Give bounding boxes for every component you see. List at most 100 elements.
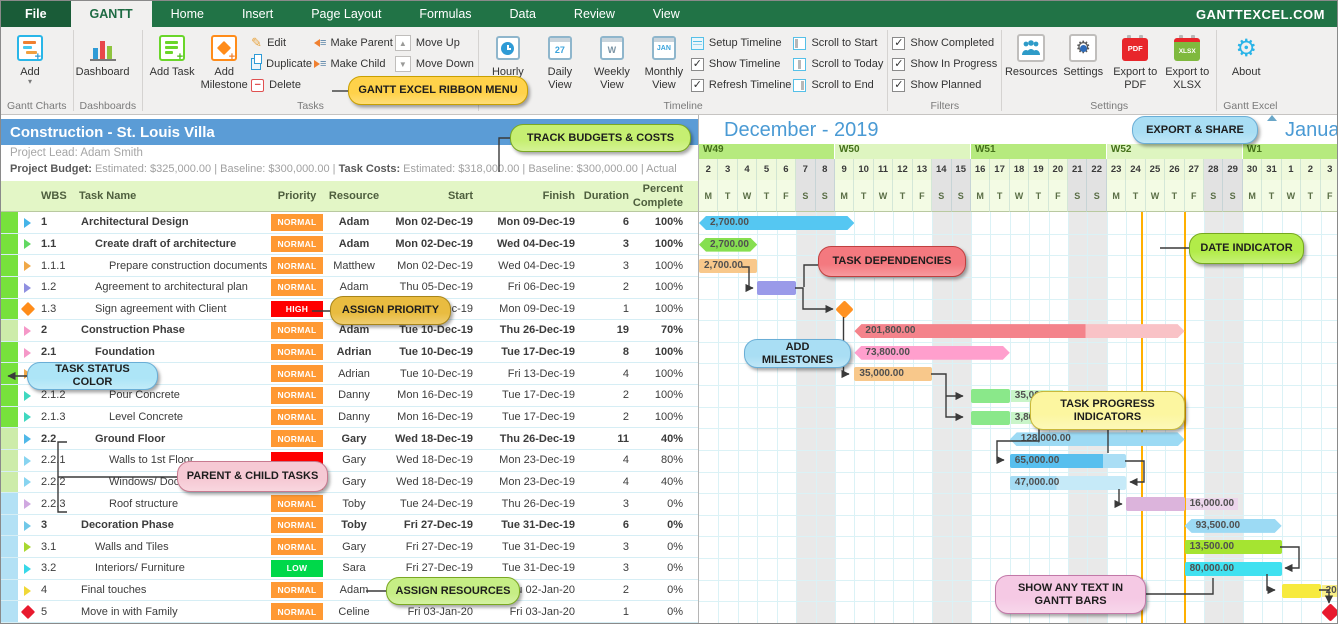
wbs-cell[interactable]: 2.2.3 — [41, 493, 79, 514]
percent-complete-cell[interactable]: 100% — [641, 342, 693, 363]
task-expand-chevron-icon[interactable] — [24, 261, 31, 271]
finish-cell[interactable]: Wed 04-Dec-19 — [485, 234, 585, 255]
percent-complete-cell[interactable]: 100% — [641, 234, 693, 255]
add-task-button[interactable]: +Add Task — [147, 29, 197, 79]
delete-button[interactable]: −Delete — [251, 77, 312, 93]
settings-button[interactable]: ⚙Settings — [1058, 29, 1108, 79]
task-name-cell[interactable]: Final touches — [79, 580, 269, 601]
task-expand-chevron-icon[interactable] — [24, 477, 31, 487]
duration-cell[interactable]: 3 — [587, 255, 639, 276]
finish-cell[interactable]: Tue 31-Dec-19 — [485, 515, 585, 536]
finish-cell[interactable]: Fri 06-Dec-19 — [485, 277, 585, 298]
resources-button[interactable]: Resources — [1006, 29, 1056, 79]
show-in-progress-button[interactable]: ✓Show In Progress — [892, 56, 997, 72]
start-cell[interactable]: Tue 24-Dec-19 — [385, 493, 483, 514]
task-expand-chevron-icon[interactable] — [24, 283, 31, 293]
priority-badge[interactable]: NORMAL — [271, 257, 323, 274]
finish-cell[interactable]: Wed 04-Dec-19 — [485, 255, 585, 276]
task-expand-chevron-icon[interactable] — [24, 564, 31, 574]
priority-badge[interactable]: NORMAL — [271, 409, 323, 426]
table-row-2-1[interactable]: 2.1FoundationNORMALAdrianTue 10-Dec-19Tu… — [1, 342, 698, 364]
wbs-cell[interactable]: 1.1 — [41, 234, 79, 255]
duration-cell[interactable]: 4 — [587, 363, 639, 384]
task-name-cell[interactable]: Move in with Family — [79, 601, 269, 622]
duration-cell[interactable]: 19 — [587, 320, 639, 341]
start-cell[interactable]: Wed 18-Dec-19 — [385, 428, 483, 449]
resource-cell[interactable]: Adam — [325, 212, 383, 233]
percent-complete-cell[interactable]: 0% — [641, 601, 693, 622]
wbs-cell[interactable]: 4 — [41, 580, 79, 601]
resource-cell[interactable]: Adam — [325, 580, 383, 601]
duration-cell[interactable]: 3 — [587, 493, 639, 514]
daily-view-button[interactable]: 27Daily View — [535, 29, 585, 91]
resource-cell[interactable]: Adrian — [325, 363, 383, 384]
resource-cell[interactable]: Gary — [325, 450, 383, 471]
add-button[interactable]: +Add▾ — [5, 29, 55, 85]
checkbox-checked-icon[interactable]: ✓ — [691, 58, 704, 71]
resource-cell[interactable]: Gary — [325, 472, 383, 493]
table-row-2-2-2[interactable]: 2.2.2Windows/ DoorsGaryWed 18-Dec-19Mon … — [1, 472, 698, 494]
start-cell[interactable]: Mon 16-Dec-19 — [385, 407, 483, 428]
percent-complete-cell[interactable]: 0% — [641, 558, 693, 579]
wbs-cell[interactable]: 2.1.3 — [41, 407, 79, 428]
show-timeline-button[interactable]: ✓Show Timeline — [691, 56, 792, 72]
dashboard-button[interactable]: Dashboard — [78, 29, 128, 79]
resource-cell[interactable]: Adam — [325, 234, 383, 255]
duplicate-button[interactable]: Duplicate — [251, 56, 312, 72]
task-name-cell[interactable]: Create draft of architecture — [79, 234, 269, 255]
finish-cell[interactable]: Mon 23-Dec-19 — [485, 472, 585, 493]
duration-cell[interactable]: 2 — [587, 580, 639, 601]
wbs-cell[interactable]: 3 — [41, 515, 79, 536]
wbs-cell[interactable]: 2.1 — [41, 342, 79, 363]
tab-page-layout[interactable]: Page Layout — [292, 1, 400, 27]
show-planned-button[interactable]: ✓Show Planned — [892, 77, 997, 93]
start-cell[interactable]: Mon 02-Dec-19 — [385, 234, 483, 255]
add-milestone-button[interactable]: +Add Milestone — [199, 29, 249, 91]
make-child-button[interactable]: ≡Make Child — [314, 56, 393, 72]
setup-timeline-button[interactable]: Setup Timeline — [691, 35, 792, 51]
tab-file[interactable]: File — [1, 1, 71, 27]
duration-cell[interactable]: 2 — [587, 277, 639, 298]
task-expand-chevron-icon[interactable] — [24, 391, 31, 401]
priority-badge[interactable]: NORMAL — [271, 495, 323, 512]
duration-cell[interactable]: 3 — [587, 234, 639, 255]
wbs-cell[interactable]: 3.1 — [41, 536, 79, 557]
wbs-cell[interactable]: 2.2 — [41, 428, 79, 449]
resource-cell[interactable]: Gary — [325, 428, 383, 449]
finish-cell[interactable]: Thu 26-Dec-19 — [485, 320, 585, 341]
priority-badge[interactable]: NORMAL — [271, 603, 323, 620]
weekly-view-button[interactable]: WWeekly View — [587, 29, 637, 91]
finish-cell[interactable]: Thu 26-Dec-19 — [485, 493, 585, 514]
gantt-bar-row-8[interactable] — [971, 389, 1010, 403]
make-parent-button[interactable]: ≡Make Parent — [314, 35, 393, 51]
wbs-cell[interactable]: 3.2 — [41, 558, 79, 579]
table-row-1-1[interactable]: 1.1Create draft of architectureNORMALAda… — [1, 234, 698, 256]
resource-cell[interactable]: Toby — [325, 515, 383, 536]
percent-complete-cell[interactable]: 40% — [641, 428, 693, 449]
scroll-to-end-button[interactable]: Scroll to End — [793, 77, 883, 93]
start-cell[interactable]: Mon 02-Dec-19 — [385, 255, 483, 276]
start-cell[interactable]: Mon 02-Dec-19 — [385, 212, 483, 233]
gantt-bar-row-9[interactable] — [971, 411, 1010, 425]
start-cell[interactable]: Mon 16-Dec-19 — [385, 385, 483, 406]
percent-complete-cell[interactable]: 0% — [641, 493, 693, 514]
percent-complete-cell[interactable]: 100% — [641, 255, 693, 276]
percent-complete-cell[interactable]: 100% — [641, 385, 693, 406]
tab-insert[interactable]: Insert — [223, 1, 292, 27]
task-name-cell[interactable]: Level Concrete — [79, 407, 269, 428]
duration-cell[interactable]: 11 — [587, 428, 639, 449]
wbs-cell[interactable]: 2.2.1 — [41, 450, 79, 471]
table-row-3-2[interactable]: 3.2Interiors/ FurnitureLOWSaraFri 27-Dec… — [1, 558, 698, 580]
resource-cell[interactable]: Celine — [325, 601, 383, 622]
task-name-cell[interactable]: Walls and Tiles — [79, 536, 269, 557]
start-cell[interactable]: Fri 27-Dec-19 — [385, 558, 483, 579]
task-name-cell[interactable]: Architectural Design — [79, 212, 269, 233]
percent-complete-cell[interactable]: 0% — [641, 515, 693, 536]
percent-complete-cell[interactable]: 80% — [641, 450, 693, 471]
gantt-bar-row-3[interactable] — [757, 281, 796, 295]
start-cell[interactable]: Wed 18-Dec-19 — [385, 472, 483, 493]
tab-view[interactable]: View — [634, 1, 699, 27]
task-expand-chevron-icon[interactable] — [24, 348, 31, 358]
finish-cell[interactable]: Tue 17-Dec-19 — [485, 385, 585, 406]
resource-cell[interactable]: Gary — [325, 536, 383, 557]
